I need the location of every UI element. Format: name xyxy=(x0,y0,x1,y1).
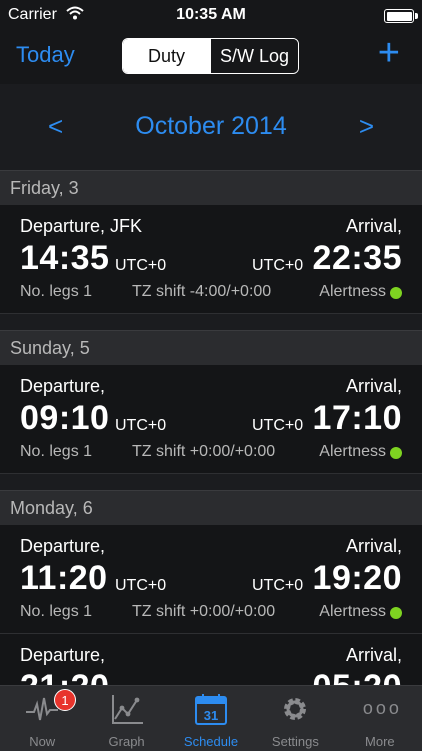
duty-entry[interactable]: Departure, Arrival, 09:10 UTC+0 UTC+0 17… xyxy=(0,365,422,474)
legs-count: No. legs 1 xyxy=(20,443,93,460)
arrival-zone: UTC+0 xyxy=(252,417,304,434)
tab-label: Schedule xyxy=(183,734,239,749)
arrival-time: 05:20 xyxy=(313,668,402,685)
gear-icon xyxy=(284,698,307,720)
line-graph-icon xyxy=(111,695,143,724)
alertness-indicator xyxy=(390,447,402,459)
departure-label: Departure, xyxy=(20,645,106,665)
segment-sw-log[interactable]: S/W Log xyxy=(210,39,298,73)
tab-label: Now xyxy=(29,734,56,749)
alertness-indicator xyxy=(390,287,402,299)
tab-label: More xyxy=(365,734,395,749)
departure-time: 11:20 xyxy=(20,559,108,597)
legs-count: No. legs 1 xyxy=(20,603,93,620)
departure-label: Departure, xyxy=(20,376,106,396)
arrival-time: 22:35 xyxy=(312,239,402,277)
departure-zone: UTC+0 xyxy=(115,417,167,434)
alertness-label: Alertness xyxy=(319,283,386,300)
arrival-time: 19:20 xyxy=(312,559,402,597)
tab-now[interactable]: 1 Now xyxy=(0,686,84,751)
duty-entry[interactable]: Departure, Arrival, 21:20 05:20 xyxy=(0,634,422,685)
calendar-day-number: 31 xyxy=(204,708,218,723)
tab-label: Settings xyxy=(271,734,319,749)
arrival-label: Arrival, xyxy=(345,536,402,556)
tab-more[interactable]: ooo More xyxy=(338,686,422,751)
tab-label: Graph xyxy=(108,734,145,749)
arrival-label: Arrival, xyxy=(345,645,402,665)
departure-label: Departure, xyxy=(20,536,106,556)
calendar-icon: 31 xyxy=(195,694,228,725)
arrival-label: Arrival, xyxy=(345,216,402,236)
navigation-bar: Today Duty S/W Log + xyxy=(0,30,422,84)
day-header: Sunday, 5 xyxy=(0,330,422,365)
status-time: 10:35 AM xyxy=(176,6,246,23)
day-header: Monday, 6 xyxy=(0,490,422,525)
tz-shift: TZ shift +0:00/+0:00 xyxy=(132,443,276,460)
status-bar: Carrier 10:35 AM xyxy=(0,0,422,30)
month-selector: < October 2014 > xyxy=(0,84,422,170)
battery-icon xyxy=(384,9,418,23)
departure-label: Departure, JFK xyxy=(20,216,143,236)
arrival-label: Arrival, xyxy=(345,376,402,396)
section-gap xyxy=(0,474,422,490)
alertness-indicator xyxy=(390,607,402,619)
schedule-list[interactable]: Friday, 3 Departure, JFK Arrival, 14:35 … xyxy=(0,170,422,685)
tz-shift: TZ shift +0:00/+0:00 xyxy=(132,603,276,620)
tab-schedule[interactable]: 31 Schedule xyxy=(169,686,253,751)
add-icon[interactable]: + xyxy=(378,33,400,73)
day-header: Friday, 3 xyxy=(0,170,422,205)
duty-entry[interactable]: Departure, JFK Arrival, 14:35 UTC+0 UTC+… xyxy=(0,205,422,314)
alertness-label: Alertness xyxy=(319,443,386,460)
today-button[interactable]: Today xyxy=(16,42,75,68)
segment-duty[interactable]: Duty xyxy=(123,39,210,73)
section-gap xyxy=(0,314,422,330)
arrival-time: 17:10 xyxy=(312,399,402,437)
duty-entry[interactable]: Departure, Arrival, 11:20 UTC+0 UTC+0 19… xyxy=(0,525,422,634)
alertness-label: Alertness xyxy=(319,603,386,620)
tz-shift: TZ shift -4:00/+0:00 xyxy=(132,283,272,300)
tab-graph[interactable]: Graph xyxy=(84,686,168,751)
tab-bar: 1 Now Graph 31 Schedule Settings ooo Mor… xyxy=(0,685,422,751)
view-segmented-control: Duty S/W Log xyxy=(122,38,299,74)
arrival-zone: UTC+0 xyxy=(252,257,304,274)
departure-time: 14:35 xyxy=(20,239,110,277)
arrival-zone: UTC+0 xyxy=(252,577,304,594)
tab-settings[interactable]: Settings xyxy=(253,686,337,751)
departure-zone: UTC+0 xyxy=(115,577,167,594)
departure-time: 21:20 xyxy=(20,668,109,685)
departure-time: 09:10 xyxy=(20,399,110,437)
next-month-button[interactable]: > xyxy=(359,111,374,142)
notification-badge: 1 xyxy=(54,689,76,711)
more-dots-icon: ooo xyxy=(362,698,402,718)
departure-zone: UTC+0 xyxy=(115,257,167,274)
legs-count: No. legs 1 xyxy=(20,283,93,300)
